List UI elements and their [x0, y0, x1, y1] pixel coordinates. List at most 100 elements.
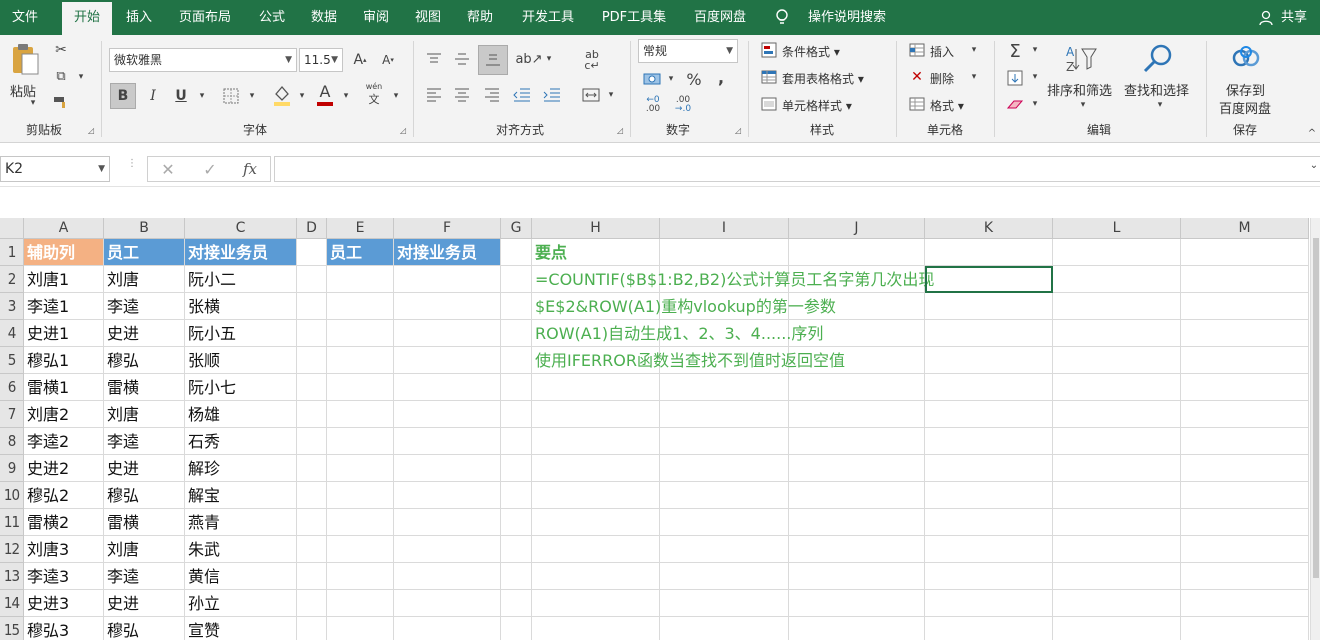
- row-header-1[interactable]: 1: [0, 239, 24, 266]
- table-cell[interactable]: 刘唐: [104, 401, 185, 428]
- cell-e12[interactable]: [327, 536, 394, 563]
- conditional-format-icon[interactable]: [760, 41, 778, 59]
- cell-k3[interactable]: [925, 293, 1053, 320]
- cell-g5[interactable]: [501, 347, 532, 374]
- table-cell[interactable]: 穆弘: [104, 482, 185, 509]
- font-name-combo[interactable]: 微软雅黑 ▼: [109, 48, 297, 72]
- tab-baidu-netdisk[interactable]: 百度网盘: [684, 0, 756, 35]
- cell-m13[interactable]: [1181, 563, 1309, 590]
- alignment-launcher-icon[interactable]: ◿: [617, 126, 623, 135]
- column-header-h[interactable]: H: [532, 218, 660, 239]
- chevron-down-icon[interactable]: ▾: [1078, 99, 1088, 111]
- splitter-handle-icon[interactable]: ⋮: [127, 159, 137, 169]
- table-cell[interactable]: 孙立: [185, 590, 297, 617]
- lightbulb-icon[interactable]: [772, 0, 792, 35]
- header-a1[interactable]: 辅助列: [24, 239, 104, 266]
- cell-j10[interactable]: [789, 482, 925, 509]
- cell-l12[interactable]: [1053, 536, 1181, 563]
- cell-d3[interactable]: [297, 293, 327, 320]
- cell-h13[interactable]: [532, 563, 660, 590]
- cancel-icon[interactable]: ✕: [156, 159, 180, 179]
- header-e1[interactable]: 员工: [327, 239, 394, 266]
- row-header-8[interactable]: 8: [0, 428, 24, 455]
- align-middle-icon[interactable]: [450, 47, 474, 71]
- cell-d5[interactable]: [297, 347, 327, 374]
- row-header-5[interactable]: 5: [0, 347, 24, 374]
- expand-formula-bar-icon[interactable]: ⌄: [1308, 159, 1320, 171]
- cell-k12[interactable]: [925, 536, 1053, 563]
- chevron-down-icon[interactable]: ▾: [246, 83, 258, 109]
- table-cell[interactable]: 史进: [104, 590, 185, 617]
- table-cell[interactable]: 黄信: [185, 563, 297, 590]
- cell-f3[interactable]: [394, 293, 501, 320]
- cell-g1[interactable]: [501, 239, 532, 266]
- cell-l1[interactable]: [1053, 239, 1181, 266]
- table-cell[interactable]: 阮小五: [185, 320, 297, 347]
- cell-i6[interactable]: [660, 374, 789, 401]
- cell-i7[interactable]: [660, 401, 789, 428]
- delete-cells-button[interactable]: 删除: [930, 70, 954, 87]
- cell-k13[interactable]: [925, 563, 1053, 590]
- row-header-10[interactable]: 10: [0, 482, 24, 509]
- chevron-down-icon[interactable]: ▾: [390, 83, 402, 109]
- table-cell[interactable]: 刘唐: [104, 266, 185, 293]
- cell-d7[interactable]: [297, 401, 327, 428]
- cell-f13[interactable]: [394, 563, 501, 590]
- table-cell[interactable]: 朱武: [185, 536, 297, 563]
- copy-icon[interactable]: ⧉: [52, 67, 70, 85]
- table-cell[interactable]: 史进3: [24, 590, 104, 617]
- table-cell[interactable]: 李逵2: [24, 428, 104, 455]
- cell-f5[interactable]: [394, 347, 501, 374]
- grow-font-icon[interactable]: A ▴: [350, 48, 370, 72]
- copy-dropdown-icon[interactable]: ▾: [76, 69, 86, 85]
- cell-j14[interactable]: [789, 590, 925, 617]
- row-header-13[interactable]: 13: [0, 563, 24, 590]
- row-header-7[interactable]: 7: [0, 401, 24, 428]
- format-table-icon[interactable]: [760, 68, 778, 86]
- cell-g15[interactable]: [501, 617, 532, 640]
- cell-e6[interactable]: [327, 374, 394, 401]
- table-cell[interactable]: 张顺: [185, 347, 297, 374]
- column-header-e[interactable]: E: [327, 218, 394, 239]
- cell-m6[interactable]: [1181, 374, 1309, 401]
- table-cell[interactable]: 刘唐3: [24, 536, 104, 563]
- cell-d6[interactable]: [297, 374, 327, 401]
- chevron-down-icon[interactable]: ▾: [1030, 68, 1040, 86]
- table-cell[interactable]: 燕青: [185, 509, 297, 536]
- format-cells-button[interactable]: 格式 ▾: [930, 97, 964, 114]
- find-select-button[interactable]: 查找和选择: [1124, 80, 1189, 99]
- column-header-m[interactable]: M: [1181, 218, 1309, 239]
- cell-f11[interactable]: [394, 509, 501, 536]
- cell-j9[interactable]: [789, 455, 925, 482]
- select-all-corner[interactable]: [0, 218, 24, 239]
- cell-l3[interactable]: [1053, 293, 1181, 320]
- column-header-l[interactable]: L: [1053, 218, 1181, 239]
- column-header-k[interactable]: K: [925, 218, 1053, 239]
- cell-d4[interactable]: [297, 320, 327, 347]
- cell-l5[interactable]: [1053, 347, 1181, 374]
- cell-f12[interactable]: [394, 536, 501, 563]
- vertical-scrollbar[interactable]: [1310, 218, 1320, 640]
- increase-indent-icon[interactable]: [540, 83, 564, 107]
- chevron-down-icon[interactable]: ▾: [544, 47, 554, 71]
- cell-j15[interactable]: [789, 617, 925, 640]
- cell-f8[interactable]: [394, 428, 501, 455]
- table-cell[interactable]: 刘唐: [104, 536, 185, 563]
- tab-file[interactable]: 文件: [0, 0, 50, 35]
- cell-d2[interactable]: [297, 266, 327, 293]
- cell-g6[interactable]: [501, 374, 532, 401]
- align-top-icon[interactable]: [422, 47, 446, 71]
- cell-k9[interactable]: [925, 455, 1053, 482]
- cell-l8[interactable]: [1053, 428, 1181, 455]
- enter-icon[interactable]: ✓: [198, 159, 222, 179]
- increase-decimal-icon[interactable]: ←0.00: [640, 93, 666, 117]
- font-color-icon[interactable]: A: [314, 81, 336, 109]
- find-select-icon[interactable]: [1140, 41, 1176, 77]
- cell-m8[interactable]: [1181, 428, 1309, 455]
- table-cell[interactable]: 雷横: [104, 374, 185, 401]
- cell-e3[interactable]: [327, 293, 394, 320]
- table-cell[interactable]: 穆弘3: [24, 617, 104, 640]
- tab-data[interactable]: 数据: [302, 0, 346, 35]
- column-header-i[interactable]: I: [660, 218, 789, 239]
- cell-j8[interactable]: [789, 428, 925, 455]
